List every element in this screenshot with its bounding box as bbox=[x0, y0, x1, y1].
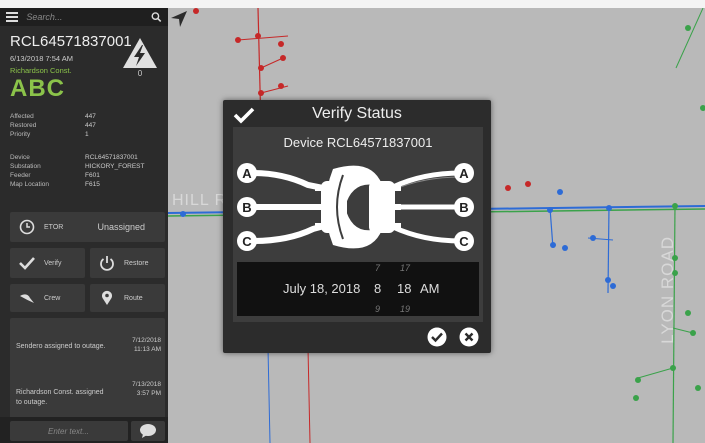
picker-hour-next: 9 bbox=[375, 304, 381, 314]
log-date: 7/12/2018 bbox=[132, 337, 161, 344]
phase-label: C bbox=[242, 234, 252, 249]
picker-ampm[interactable]: AM bbox=[420, 281, 440, 296]
navigation-arrow-icon[interactable] bbox=[168, 8, 190, 30]
picker-hour-prev: 7 bbox=[375, 263, 381, 273]
ticket-id: RCL64571837001 bbox=[10, 33, 132, 50]
crew-button[interactable]: Crew bbox=[10, 284, 85, 312]
phase-switch-diagram[interactable]: A B C A B C bbox=[233, 157, 483, 257]
bolt-count: 0 bbox=[137, 69, 143, 78]
detail-map-location: Map Location F615 bbox=[10, 181, 100, 188]
phase-label: C bbox=[459, 234, 469, 249]
picker-date[interactable]: July 18, 2018 bbox=[283, 281, 360, 296]
dialog-title: Verify Status bbox=[312, 105, 402, 122]
power-icon bbox=[98, 254, 116, 272]
chat-input[interactable] bbox=[10, 421, 128, 441]
chat-bubble-icon bbox=[140, 424, 156, 438]
clock-icon bbox=[18, 218, 36, 236]
chat-bar bbox=[0, 417, 168, 443]
log-time: 11:13 AM bbox=[134, 346, 161, 353]
ticket-code: ABC bbox=[10, 75, 65, 102]
detail-feeder: Feeder F601 bbox=[10, 172, 100, 179]
search-input[interactable] bbox=[26, 10, 144, 24]
hardhat-icon bbox=[18, 289, 36, 307]
search-icon[interactable] bbox=[151, 11, 162, 23]
stat-restored: Restored 447 bbox=[10, 122, 96, 129]
stat-priority: Priority 1 bbox=[10, 131, 89, 138]
activity-log: Sendero assigned to outage. 7/12/2018 11… bbox=[10, 318, 165, 422]
restore-button[interactable]: Restore bbox=[90, 248, 165, 278]
verify-label: Verify bbox=[44, 259, 62, 267]
confirm-button[interactable] bbox=[427, 327, 447, 347]
route-button[interactable]: Route bbox=[90, 284, 165, 312]
log-message: Sendero assigned to outage. bbox=[16, 343, 106, 350]
etor-label: ETOR bbox=[44, 223, 64, 231]
search-bar bbox=[0, 8, 168, 26]
verify-status-dialog: Verify Status Device RCL64571837001 A B … bbox=[223, 100, 491, 353]
menu-icon[interactable] bbox=[6, 12, 19, 22]
picker-minute[interactable]: 18 bbox=[397, 281, 411, 296]
picker-minute-next: 19 bbox=[400, 304, 411, 314]
map-pin-icon bbox=[98, 289, 116, 307]
picker-hour[interactable]: 8 bbox=[374, 281, 381, 296]
detail-device: Device RCL64571837001 bbox=[10, 154, 138, 161]
check-icon bbox=[18, 254, 36, 272]
phase-label: B bbox=[459, 200, 468, 215]
cancel-button[interactable] bbox=[459, 327, 479, 347]
window-top-strip bbox=[0, 0, 705, 8]
phase-label: B bbox=[242, 200, 251, 215]
chat-send-button[interactable] bbox=[131, 421, 165, 441]
restore-label: Restore bbox=[124, 259, 149, 267]
sidebar: RCL64571837001 6/13/2018 7:54 AM Richard… bbox=[0, 8, 168, 443]
datetime-picker[interactable]: July 18, 2018 7 17 8 18 AM 9 19 bbox=[237, 262, 479, 316]
log-date: 7/13/2018 bbox=[132, 381, 161, 388]
picker-minute-prev: 17 bbox=[400, 263, 411, 273]
etor-button[interactable]: ETOR Unassigned bbox=[10, 212, 165, 242]
device-title: Device RCL64571837001 bbox=[283, 135, 433, 150]
ticket-datetime: 6/13/2018 7:54 AM bbox=[10, 54, 73, 63]
verify-button[interactable]: Verify bbox=[10, 248, 85, 278]
phase-label: A bbox=[459, 166, 469, 181]
etor-status: Unassigned bbox=[97, 222, 145, 232]
route-label: Route bbox=[124, 294, 143, 302]
detail-substation: Substation HICKORY_FOREST bbox=[10, 163, 145, 170]
phase-label: A bbox=[242, 166, 252, 181]
log-time: 3:57 PM bbox=[136, 390, 161, 397]
road-label-hill: HILL R bbox=[172, 192, 228, 209]
dialog-content: Device RCL64571837001 A B C A B C July 1… bbox=[233, 127, 483, 322]
road-label-lyon: LYON ROAD bbox=[658, 236, 677, 344]
crew-label: Crew bbox=[44, 294, 61, 302]
log-message: Richardson Const. assigned to outage. bbox=[16, 389, 104, 406]
stat-affected: Affected 447 bbox=[10, 113, 96, 120]
ticket-crew: Richardson Const. bbox=[10, 66, 72, 75]
